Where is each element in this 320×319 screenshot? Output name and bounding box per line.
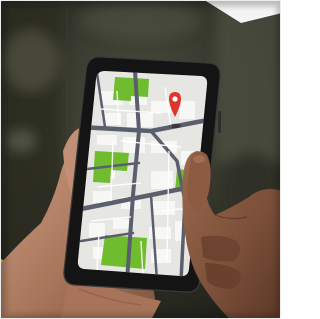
photo-frame xyxy=(0,0,281,319)
photo-illustration xyxy=(1,1,280,318)
